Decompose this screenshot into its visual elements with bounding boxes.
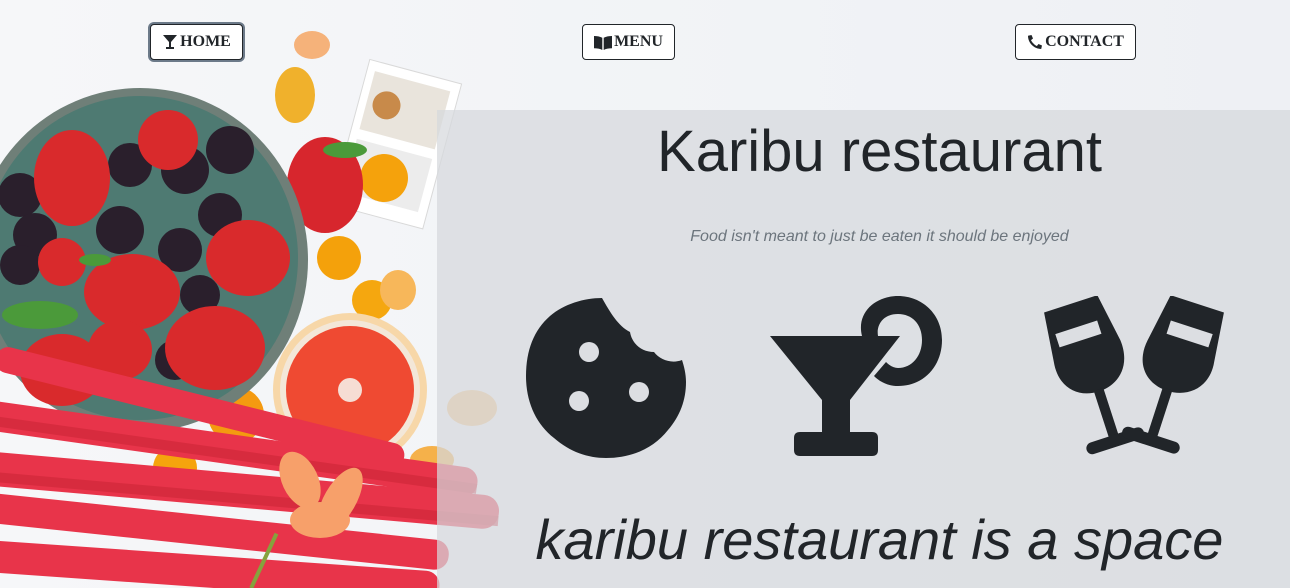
contact-label: CONTACT (1045, 33, 1124, 50)
home-button[interactable]: HOME (150, 24, 243, 60)
home-label: HOME (180, 33, 231, 50)
book-open-icon (594, 35, 613, 50)
menu-label: MENU (614, 33, 663, 50)
page-title: Karibu restaurant (657, 119, 1102, 184)
phone-icon (1027, 34, 1043, 50)
contact-button[interactable]: CONTACT (1015, 24, 1136, 60)
tagline: Food isn't meant to just be eaten it sho… (690, 228, 1069, 245)
glass-cheers-icon (1044, 296, 1224, 455)
cocktail-icon (162, 34, 178, 50)
cookie-icon (526, 298, 686, 458)
cocktail-icon (770, 296, 942, 456)
menu-button[interactable]: MENU (582, 24, 675, 60)
description-text: karibu restaurant is a space (535, 508, 1224, 571)
